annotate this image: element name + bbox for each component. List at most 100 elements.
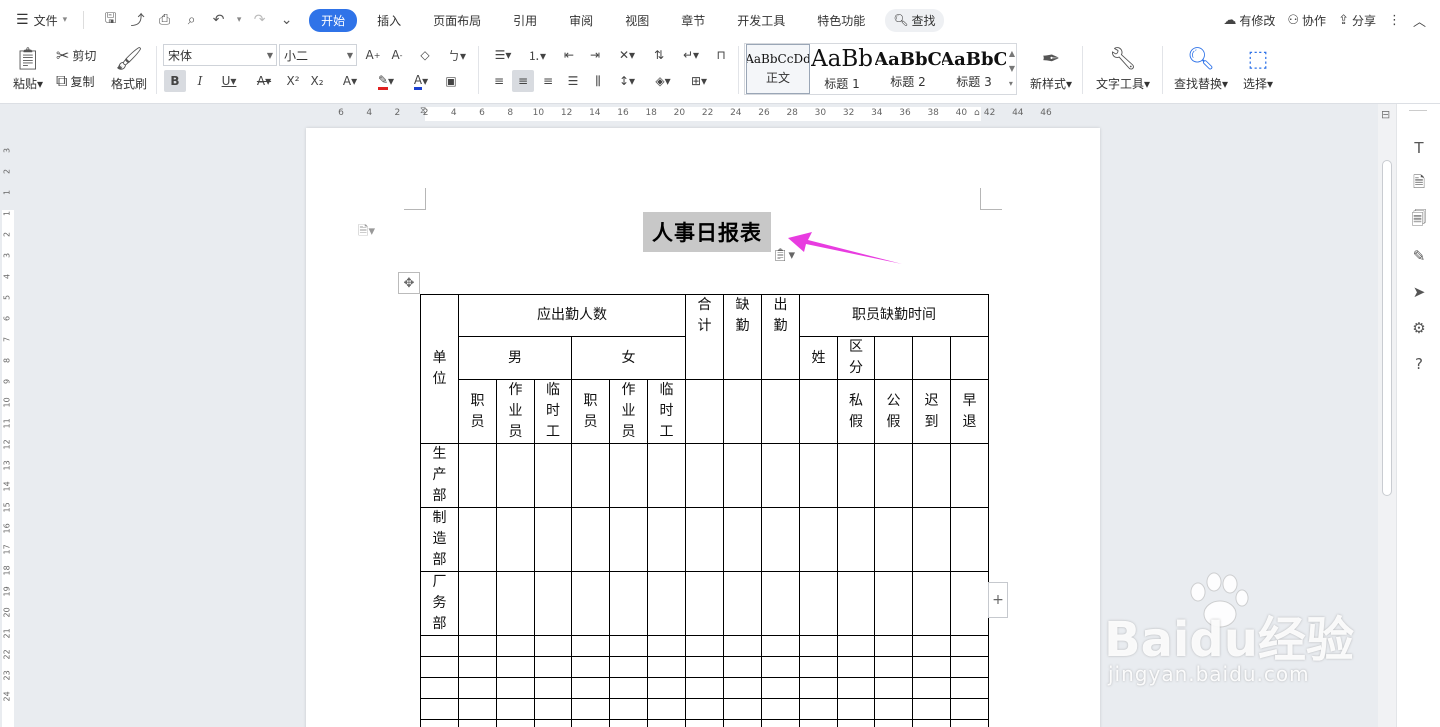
pen-edit-icon[interactable]: ✎ [1409,246,1429,266]
table-cell[interactable] [950,336,989,380]
cell-should-attend[interactable]: 应出勤人数 [458,294,686,337]
table-cell[interactable] [799,379,838,444]
cell-staff-absence-time[interactable]: 职员缺勤时间 [799,294,989,337]
tab-special-features[interactable]: 特色功能 [805,9,877,32]
copy-button[interactable]: ⧉ 复制 [56,70,94,92]
cell-department[interactable]: 厂务部 [420,571,459,636]
cell-female-staff[interactable]: 职员 [571,379,610,444]
cell-unit[interactable]: 单位 [420,294,459,444]
more-icon[interactable]: ⋮ [1388,13,1401,28]
file-menu[interactable]: ☰ 文件 ▾ [0,0,77,40]
line-spacing-icon[interactable]: ↕▾ [612,70,642,92]
table-move-handle-icon[interactable]: ✥ [398,272,420,294]
tab-stop-icon[interactable]: ⊓ [710,44,732,66]
numbered-list-icon[interactable]: ⒈▾ [522,44,552,66]
collapse-ribbon-icon[interactable]: ︿ [1413,11,1426,30]
sliders-icon[interactable]: ⚙ [1409,318,1429,338]
align-right-icon[interactable]: ≡ [537,70,559,92]
cell-early-leave[interactable]: 早退 [950,379,989,444]
search-tab[interactable]: 🔍︎ 查找 [885,8,944,32]
table-cell[interactable] [912,336,951,380]
indent-marker-icon[interactable]: ⧖ [420,106,426,116]
font-size-select[interactable]: 小二 ▼ [279,44,357,66]
cell-absent[interactable]: 缺勤 [723,294,762,380]
cell-department[interactable]: 制造部 [420,507,459,572]
cell-name[interactable]: 姓 [799,336,838,380]
italic-button[interactable]: I [190,70,210,92]
subscript-button[interactable]: X₂ [306,70,328,92]
add-column-button[interactable]: + [988,582,1008,618]
distribute-icon[interactable]: ⫼ [587,70,609,92]
help-icon[interactable]: ? [1409,354,1429,374]
print-preview-icon[interactable]: ⌕ [179,8,204,33]
phonetic-guide-icon[interactable]: ㄅ▾ [440,44,474,66]
underline-button[interactable]: U▾ [214,70,244,92]
modified-status[interactable]: ☁ 有修改 [1223,12,1275,29]
pointer-icon[interactable]: ➤ [1409,282,1429,302]
text-tools-button[interactable]: 🔧︎ 文字工具▾ [1092,42,1154,94]
cell-personal-leave[interactable]: 私假 [837,379,875,444]
document-page[interactable]: 🗎▾ 人事日报表 📋︎▾ ✥ 单位 应出勤人数 合计 缺勤 出勤 职员缺勤时间 … [306,128,1100,727]
paragraph-layout-icon[interactable]: 🗎▾ [358,222,375,244]
split-view-icon[interactable]: ⊟ [1381,108,1390,121]
cell-official-leave[interactable]: 公假 [874,379,913,444]
tab-view[interactable]: 视图 [613,9,661,32]
new-style-button[interactable]: ✒ 新样式▾ [1026,42,1076,94]
horizontal-ruler[interactable]: 6 4 2 2 4 6 8 10 12 14 16 18 20 22 24 26 28 30 32 34 36 38 40 4… [0,104,1378,124]
chinese-layout-icon[interactable]: ✕▾ [612,44,642,66]
cloud-save-icon[interactable]: ⤴ [125,8,150,33]
cell-department[interactable]: 生产部 [420,443,459,508]
styles-scroll-icon[interactable]: ▲ ▼ ▾ [1009,46,1015,91]
show-marks-icon[interactable]: ↵▾ [676,44,706,66]
cell-male[interactable]: 男 [458,336,572,380]
paste-options-icon[interactable]: 📋︎▾ [772,248,795,263]
tab-review[interactable]: 审阅 [557,9,605,32]
customize-toolbar-icon[interactable]: ⌄ [274,8,299,33]
align-center-icon[interactable]: ≡ [512,70,534,92]
cell-category[interactable]: 区分 [837,336,875,380]
tab-references[interactable]: 引用 [501,9,549,32]
vertical-ruler[interactable]: 3 2 1 1 2 3 4 5 6 7 8 9 10 11 12 13 14 15 16 17 18 19 20 21 22 23… [0,110,14,727]
table-cell[interactable] [685,379,724,444]
tab-home[interactable]: 开始 [309,8,358,32]
vertical-scrollbar[interactable]: ⊟ [1378,104,1396,727]
style-heading-1[interactable]: AaBb 标题 1 [811,44,873,94]
tab-insert[interactable]: 插入 [365,9,413,32]
grow-font-icon[interactable]: A + [362,44,384,66]
decrease-indent-icon[interactable]: ⇤ [558,44,580,66]
cell-late[interactable]: 迟到 [912,379,951,444]
format-painter-button[interactable]: 🖌︎ 格式刷 [108,42,150,94]
bold-button[interactable]: B [164,70,186,92]
redo-icon[interactable]: ↷ [247,8,272,33]
print-icon[interactable]: ⎙ [152,8,177,33]
text-effect-button[interactable]: A▾ [336,70,364,92]
scrollbar-thumb[interactable] [1382,160,1392,496]
table-cell[interactable] [723,379,762,444]
right-indent-marker-icon[interactable]: ⌂ [974,108,980,118]
cell-attend[interactable]: 出勤 [761,294,800,380]
cell-total[interactable]: 合计 [685,294,724,380]
collab-button[interactable]: ⚇ 协作 [1287,12,1326,29]
undo-icon[interactable]: ↶ [206,8,231,33]
document-settings-icon[interactable]: 🗐 [1409,209,1429,230]
cell-female-worker[interactable]: 作业员 [609,379,648,444]
undo-dropdown-icon[interactable]: ▾ [233,8,245,33]
strikethrough-button[interactable]: A▾ [250,70,278,92]
style-normal[interactable]: AaBbCcDd 正文 [746,44,810,94]
shrink-font-icon[interactable]: A- [386,44,408,66]
document-icon[interactable]: 🗎 [1409,173,1429,194]
borders-icon[interactable]: ⊞▾ [684,70,714,92]
text-style-icon[interactable]: T [1409,138,1429,158]
highlight-button[interactable]: ✎ ▾ [370,70,402,92]
font-color-button[interactable]: A ▾ [406,70,436,92]
style-heading-2[interactable]: AaBbC 标题 2 [875,44,941,94]
sort-icon[interactable]: ⇅ [648,44,670,66]
align-left-icon[interactable]: ≡ [488,70,510,92]
table-cell[interactable] [761,379,800,444]
find-replace-button[interactable]: 🔍︎ 查找替换▾ [1170,42,1232,94]
cell-female-temp[interactable]: 临时工 [647,379,686,444]
cell-female[interactable]: 女 [571,336,686,380]
title-selection[interactable]: 人事日报表 [643,212,771,252]
share-button[interactable]: ⇪ 分享 [1338,12,1376,29]
cell-male-worker[interactable]: 作业员 [496,379,535,444]
